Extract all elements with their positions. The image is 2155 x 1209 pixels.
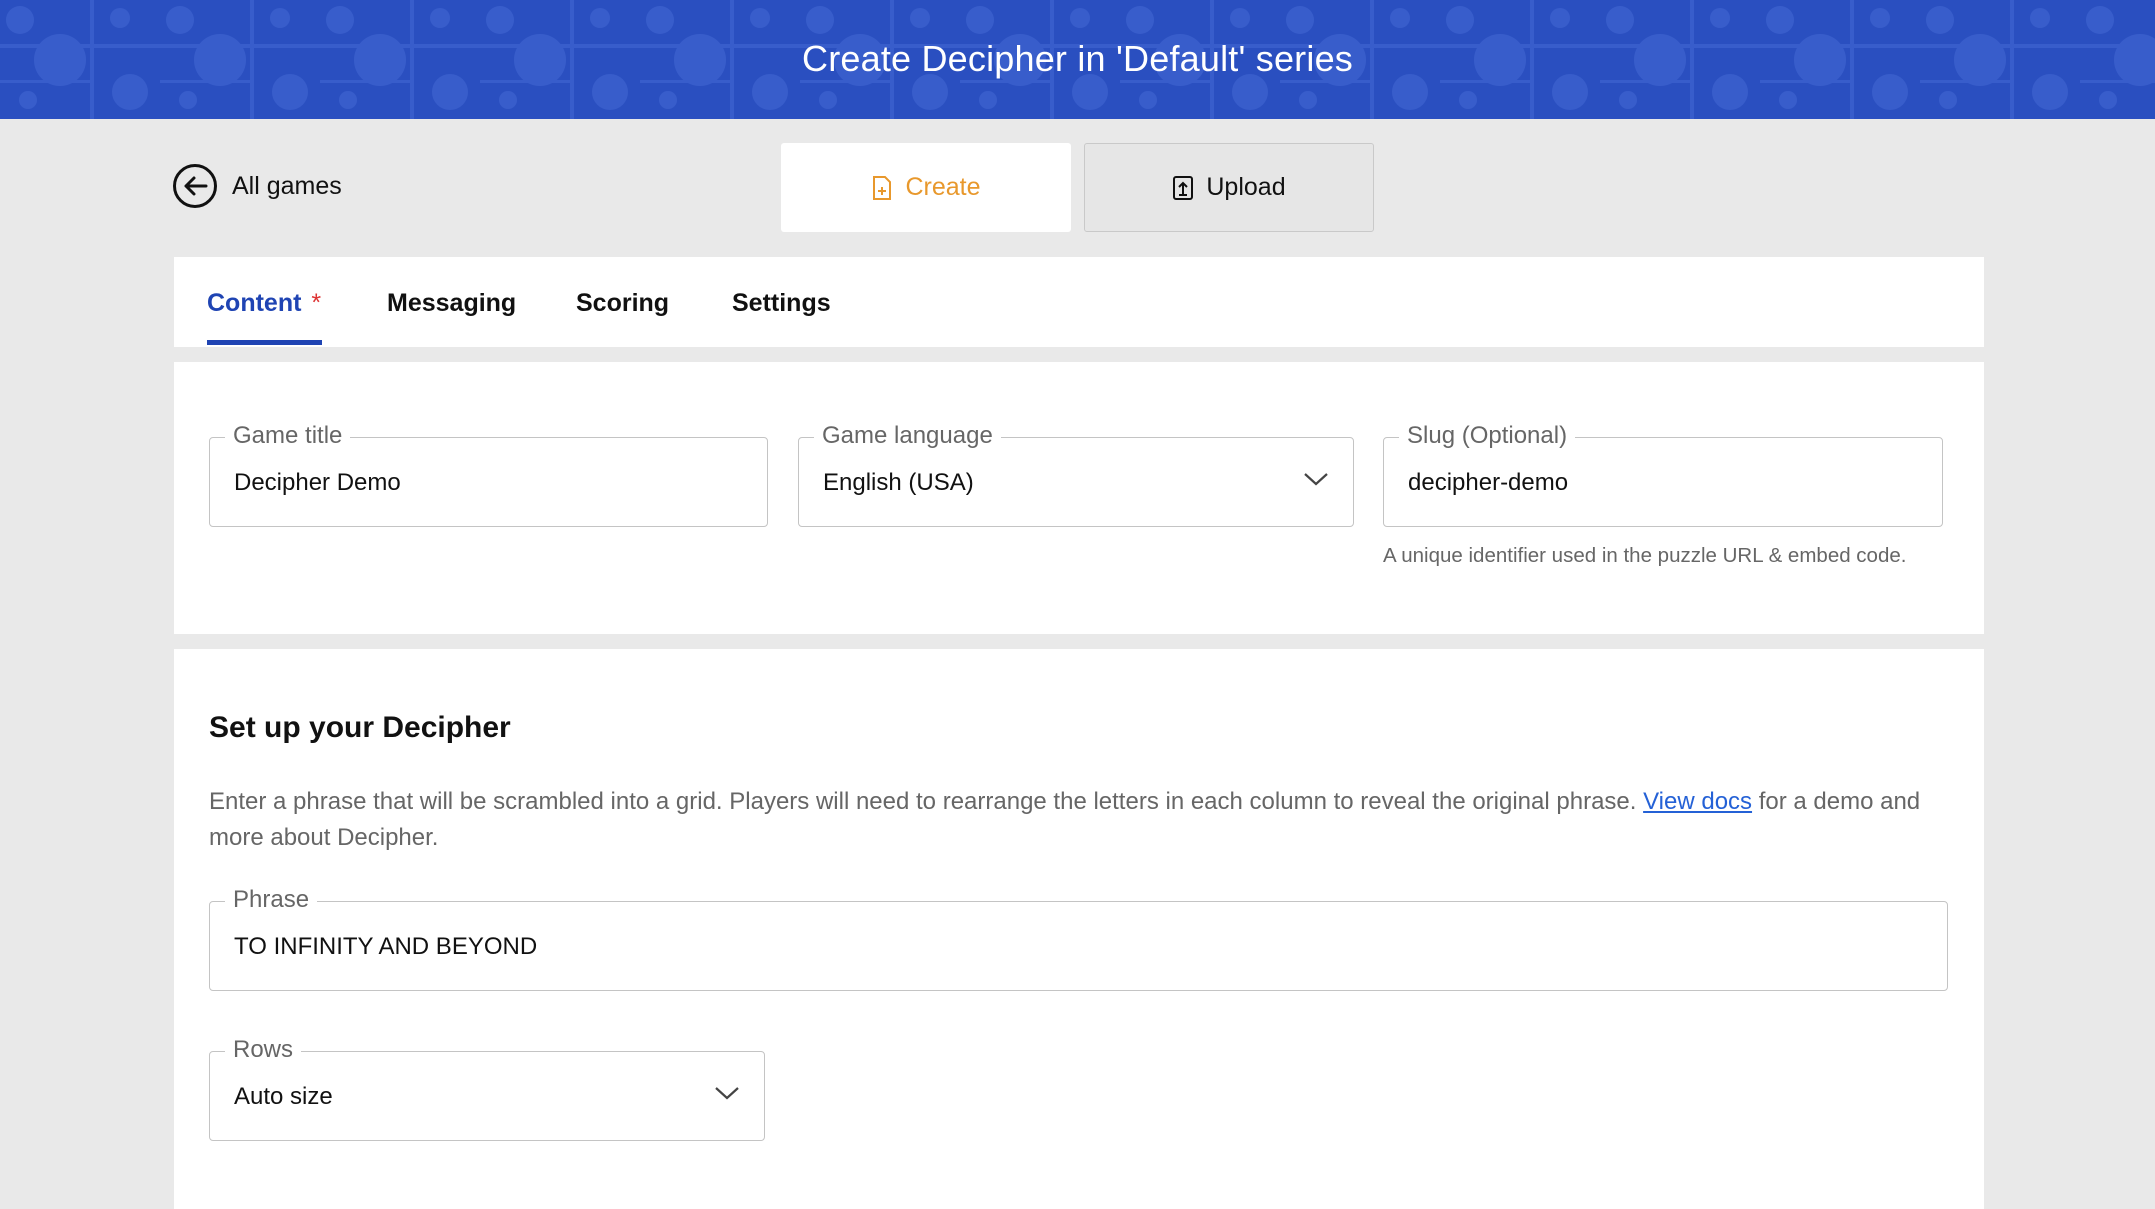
view-docs-link[interactable]: View docs: [1643, 788, 1752, 815]
setup-title: Set up your Decipher: [209, 711, 511, 744]
description-text-before: Enter a phrase that will be scrambled in…: [209, 788, 1644, 815]
upload-file-icon: [1172, 175, 1194, 201]
page-title: Create Decipher in 'Default' series: [802, 38, 1353, 79]
tab-content-label: Content: [207, 289, 302, 317]
upload-label: Upload: [1206, 173, 1286, 201]
game-language-label: Game language: [814, 421, 1001, 451]
arrow-left-circle-icon: [173, 164, 217, 208]
phrase-value: TO INFINITY AND BEYOND: [234, 933, 538, 960]
phrase-field[interactable]: Phrase TO INFINITY AND BEYOND: [209, 885, 1948, 991]
game-language-select[interactable]: Game language English (USA): [798, 421, 1354, 527]
game-title-value: Decipher Demo: [234, 469, 401, 496]
slug-field[interactable]: Slug (Optional) decipher-demo: [1383, 421, 1943, 527]
all-games-back-link[interactable]: All games: [173, 164, 342, 208]
setup-card: Set up your Decipher Enter a phrase that…: [174, 649, 1984, 1209]
create-label: Create: [905, 173, 981, 201]
game-title-field[interactable]: Game title Decipher Demo: [209, 421, 768, 527]
rows-select[interactable]: Rows Auto size: [209, 1035, 765, 1141]
chevron-down-icon: [1303, 471, 1329, 492]
tab-content[interactable]: Content *: [207, 289, 321, 318]
rows-value: Auto size: [234, 1083, 333, 1110]
slug-label: Slug (Optional): [1399, 421, 1576, 451]
tab-settings[interactable]: Settings: [732, 289, 831, 318]
page-header: Create Decipher in 'Default' series: [0, 0, 2155, 119]
active-tab-indicator: [207, 340, 322, 345]
phrase-label: Phrase: [225, 885, 318, 915]
tab-scoring[interactable]: Scoring: [576, 289, 669, 318]
chevron-down-icon: [714, 1085, 740, 1106]
game-language-value: English (USA): [823, 469, 974, 496]
game-title-label: Game title: [225, 421, 351, 451]
rows-label: Rows: [225, 1035, 302, 1065]
upload-mode-button[interactable]: Upload: [1084, 143, 1374, 232]
tab-messaging[interactable]: Messaging: [387, 289, 516, 318]
game-details-card: Game title Decipher Demo Game language E…: [174, 362, 1984, 634]
setup-description: Enter a phrase that will be scrambled in…: [209, 784, 1949, 856]
tab-bar: Content * Messaging Scoring Settings: [174, 257, 1984, 347]
back-label: All games: [232, 171, 342, 200]
required-marker: *: [311, 289, 322, 317]
create-mode-button[interactable]: Create: [781, 143, 1071, 232]
slug-helper-text: A unique identifier used in the puzzle U…: [1383, 544, 1907, 567]
slug-value: decipher-demo: [1408, 469, 1569, 496]
new-document-icon: [871, 175, 893, 201]
